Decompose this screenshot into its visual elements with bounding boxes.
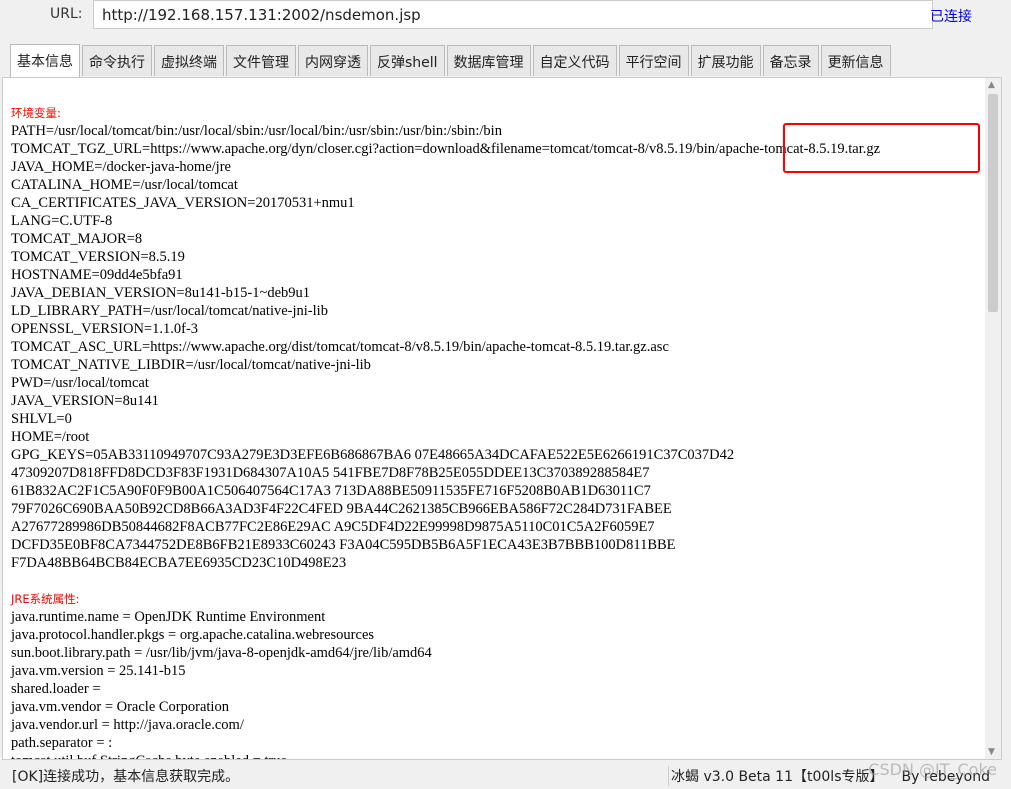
- jre-line: java.vendor.url = http://java.oracle.com…: [11, 717, 244, 733]
- vertical-scrollbar[interactable]: ▲ ▼: [985, 78, 1001, 759]
- env-line: HOSTNAME=09dd4e5bfa91: [11, 267, 183, 283]
- env-line: HOME=/root: [11, 429, 90, 445]
- env-line: GPG_KEYS=05AB33110949707C93A279E3D3EFE6B…: [11, 447, 735, 463]
- env-line: JAVA_HOME=/docker-java-home/jre: [11, 159, 231, 175]
- url-label: URL:: [50, 6, 83, 22]
- scroll-up-icon[interactable]: ▲: [988, 80, 995, 90]
- env-line: 47309207D818FFD8DCD3F83F1931D684307A10A5…: [11, 465, 650, 481]
- jre-line: sun.boot.library.path = /usr/lib/jvm/jav…: [11, 645, 432, 661]
- env-line: JAVA_DEBIAN_VERSION=8u141-b15-1~deb9u1: [11, 285, 311, 301]
- tab-9[interactable]: 扩展功能: [690, 45, 761, 76]
- jre-line: tomcat.util.buf.StringCache.byte.enabled…: [11, 752, 880, 759]
- tab-3[interactable]: 文件管理: [226, 45, 296, 76]
- env-line: A27677289986DB50844682F8ACB77FC2E86E29AC…: [11, 519, 655, 535]
- basic-info-panel: 环境变量: PATH=/usr/local/tomcat/bin:/usr/lo…: [2, 77, 1002, 760]
- highlight-box: [783, 123, 980, 173]
- env-line: TOMCAT_NATIVE_LIBDIR=/usr/local/tomcat/n…: [11, 357, 371, 373]
- env-line: LANG=C.UTF-8: [11, 213, 113, 229]
- scroll-down-icon[interactable]: ▼: [988, 747, 995, 757]
- env-line: DCFD35E0BF8CA7344752DE8B6FB21E8933C60243…: [11, 537, 676, 553]
- env-line: CA_CERTIFICATES_JAVA_VERSION=20170531+nm…: [11, 195, 355, 211]
- env-line: PWD=/usr/local/tomcat: [11, 375, 149, 391]
- tab-0[interactable]: 基本信息: [10, 44, 80, 77]
- jre-line: java.vm.vendor = Oracle Corporation: [11, 699, 229, 715]
- tab-2[interactable]: 虚拟终端: [154, 45, 224, 76]
- connection-status-link[interactable]: 已连接: [930, 6, 972, 26]
- env-line: LD_LIBRARY_PATH=/usr/local/tomcat/native…: [11, 303, 328, 319]
- tab-4[interactable]: 内网穿透: [298, 45, 368, 76]
- env-line: JAVA_VERSION=8u141: [11, 393, 159, 409]
- status-bar: [OK]连接成功，基本信息获取完成。 冰蝎 v3.0 Beta 11【t00ls…: [0, 760, 1011, 789]
- jre-section-title: JRE系统属性:: [11, 592, 80, 606]
- env-line: OPENSSL_VERSION=1.1.0f-3: [11, 321, 199, 337]
- info-text: 环境变量: PATH=/usr/local/tomcat/bin:/usr/lo…: [11, 104, 881, 759]
- env-line: CATALINA_HOME=/usr/local/tomcat: [11, 177, 238, 193]
- env-line: 61B832AC2F1C5A90F0F9B00A1C506407564C17A3…: [11, 483, 651, 499]
- scrollbar-thumb[interactable]: [988, 94, 998, 312]
- tab-11[interactable]: 更新信息: [820, 45, 891, 76]
- jre-line: shared.loader =: [11, 681, 101, 697]
- tab-8[interactable]: 平行空间: [618, 45, 689, 76]
- url-row: URL: http://192.168.157.131:2002/nsdemon…: [0, 0, 1011, 36]
- env-line: TOMCAT_VERSION=8.5.19: [11, 249, 185, 265]
- env-line: F7DA48BB64BCB84ECBA7EE6935CD23C10D498E23: [11, 555, 347, 571]
- env-line: 79F7026C690BAA50B92CD8B66A3AD3F4F22C4FED…: [11, 501, 672, 517]
- env-line: PATH=/usr/local/tomcat/bin:/usr/local/sb…: [11, 123, 502, 139]
- tab-5[interactable]: 反弹shell: [370, 45, 445, 76]
- url-input[interactable]: http://192.168.157.131:2002/nsdemon.jsp: [93, 0, 933, 29]
- jre-line: java.runtime.name = OpenJDK Runtime Envi…: [11, 609, 326, 625]
- tab-bar: 基本信息 命令执行 虚拟终端 文件管理 内网穿透 反弹shell 数据库管理 自定义代码 平行空…: [10, 44, 891, 77]
- jre-line: path.separator = :: [11, 735, 113, 751]
- status-message: [OK]连接成功，基本信息获取完成。: [12, 769, 240, 785]
- env-line: TOMCAT_ASC_URL=https://www.apache.org/di…: [11, 339, 669, 355]
- tab-1[interactable]: 命令执行: [82, 45, 152, 76]
- version-text: 冰蝎 v3.0 Beta 11【t00ls专版】: [671, 769, 884, 785]
- jre-line: java.protocol.handler.pkgs = org.apache.…: [11, 627, 375, 643]
- tab-10[interactable]: 备忘录: [762, 45, 819, 76]
- jre-line: java.vm.version = 25.141-b15: [11, 663, 186, 679]
- env-section-title: 环境变量:: [11, 106, 61, 120]
- env-line: TOMCAT_MAJOR=8: [11, 231, 143, 247]
- tab-7[interactable]: 自定义代码: [532, 45, 617, 76]
- tab-6[interactable]: 数据库管理: [446, 45, 531, 76]
- env-line: SHLVL=0: [11, 411, 72, 427]
- watermark: CSDN @IT_Coke: [868, 760, 997, 779]
- env-line: TOMCAT_TGZ_URL=https://www.apache.org/dy…: [11, 141, 881, 157]
